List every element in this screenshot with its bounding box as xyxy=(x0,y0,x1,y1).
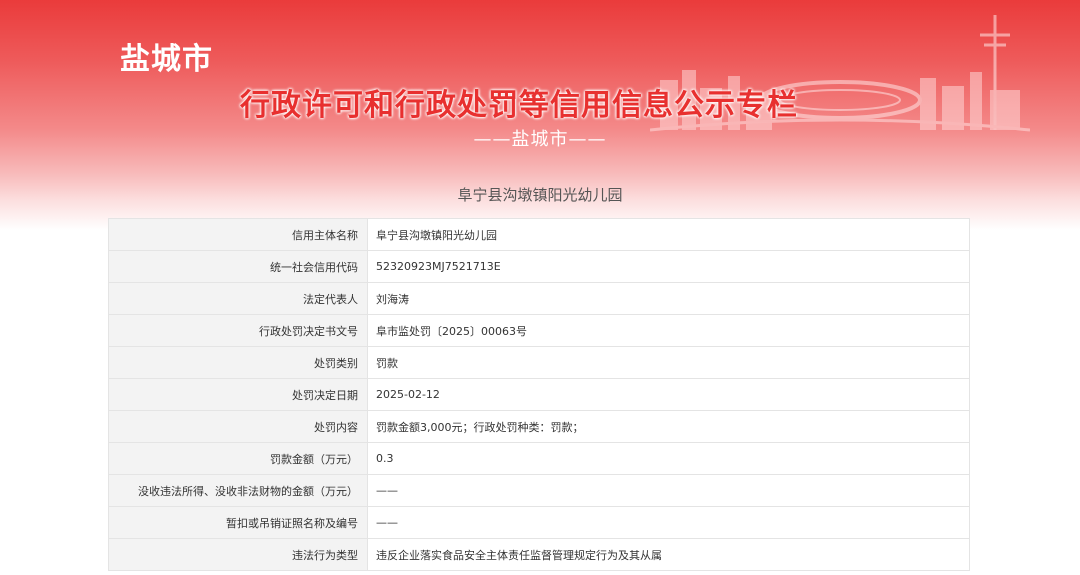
row-label: 处罚内容 xyxy=(108,410,368,443)
row-value: 刘海涛 xyxy=(367,282,970,315)
table-row: 没收违法所得、没收非法财物的金额（万元） —— xyxy=(108,474,970,507)
table-row: 处罚类别 罚款 xyxy=(108,346,970,379)
header-banner: 盐城市 行政许可和行政处罚等信用信息公示专栏 ——盐城市—— xyxy=(0,0,1080,200)
row-label: 信用主体名称 xyxy=(108,218,368,251)
table-row: 暂扣或吊销证照名称及编号 —— xyxy=(108,506,970,539)
row-value: 违反企业落实食品安全主体责任监督管理规定行为及其从属 xyxy=(367,538,970,571)
credit-info-table: 信用主体名称 阜宁县沟墩镇阳光幼儿园 统一社会信用代码 52320923MJ75… xyxy=(108,218,970,571)
table-row: 信用主体名称 阜宁县沟墩镇阳光幼儿园 xyxy=(108,218,970,251)
row-label: 没收违法所得、没收非法财物的金额（万元） xyxy=(108,474,368,507)
row-value: 罚款 xyxy=(367,346,970,379)
row-label: 行政处罚决定书文号 xyxy=(108,314,368,347)
row-value: 0.3 xyxy=(367,442,970,475)
table-row: 罚款金额（万元） 0.3 xyxy=(108,442,970,475)
row-value: 2025-02-12 xyxy=(367,378,970,411)
page-title: 行政许可和行政处罚等信用信息公示专栏 xyxy=(240,88,798,123)
table-row: 法定代表人 刘海涛 xyxy=(108,282,970,315)
row-label: 违法行为类型 xyxy=(108,538,368,571)
table-row: 统一社会信用代码 52320923MJ7521713E xyxy=(108,250,970,283)
row-value: 罚款金额3,000元；行政处罚种类：罚款； xyxy=(367,410,970,443)
row-label: 处罚决定日期 xyxy=(108,378,368,411)
entity-title: 阜宁县沟墩镇阳光幼儿园 xyxy=(457,186,623,204)
row-label: 暂扣或吊销证照名称及编号 xyxy=(108,506,368,539)
row-value: —— xyxy=(367,474,970,507)
row-value: —— xyxy=(367,506,970,539)
row-label: 处罚类别 xyxy=(108,346,368,379)
page-subtitle: ——盐城市—— xyxy=(473,129,607,150)
row-label: 法定代表人 xyxy=(108,282,368,315)
row-value: 阜宁县沟墩镇阳光幼儿园 xyxy=(367,218,970,251)
table-row: 处罚内容 罚款金额3,000元；行政处罚种类：罚款； xyxy=(108,410,970,443)
city-name: 盐城市 xyxy=(120,42,213,77)
row-label: 统一社会信用代码 xyxy=(108,250,368,283)
table-row: 行政处罚决定书文号 阜市监处罚〔2025〕00063号 xyxy=(108,314,970,347)
row-value: 52320923MJ7521713E xyxy=(367,250,970,283)
table-row: 违法行为类型 违反企业落实食品安全主体责任监督管理规定行为及其从属 xyxy=(108,538,970,571)
row-label: 罚款金额（万元） xyxy=(108,442,368,475)
row-value: 阜市监处罚〔2025〕00063号 xyxy=(367,314,970,347)
table-row: 处罚决定日期 2025-02-12 xyxy=(108,378,970,411)
